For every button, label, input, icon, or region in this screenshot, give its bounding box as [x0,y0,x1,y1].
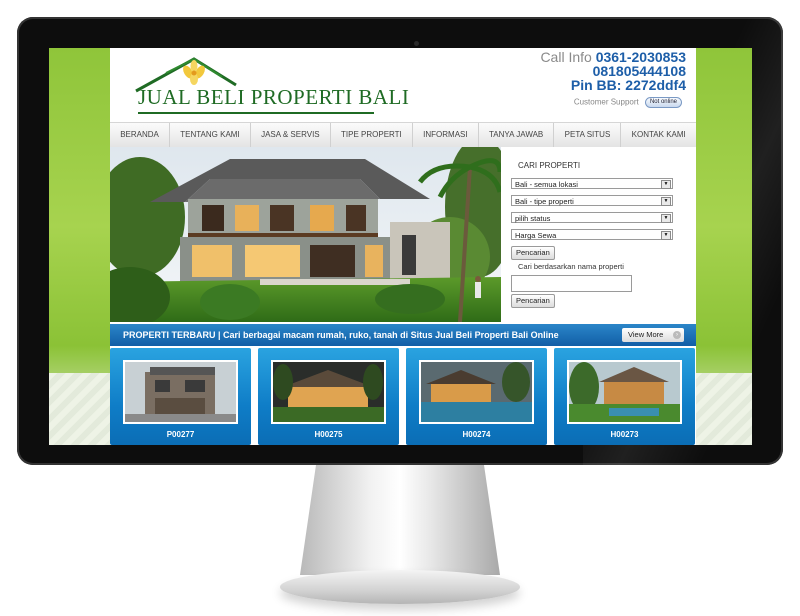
villa-photo [273,362,384,422]
villa-illustration [110,147,501,322]
monitor-base [280,570,520,604]
price-select[interactable]: Harga Sewa ▼ [511,229,673,240]
website-screen: JUAL BELI PROPERTI BALI Call Info 0361-2… [49,48,752,445]
contact-info: Call Info 0361-2030853 081805444108 Pin … [540,50,686,92]
call-info-label: Call Info [540,49,592,65]
arrow-right-icon: › [673,331,681,339]
listing-card[interactable]: H00274 [406,348,547,445]
status-select-value: pilih status [515,214,551,223]
listing-code: H00273 [610,430,639,439]
location-select-value: Bali - semua lokasi [515,180,578,189]
location-select[interactable]: Bali - semua lokasi ▼ [511,178,673,189]
property-type-select-value: Bali - tipe properti [515,197,574,206]
name-search-button[interactable]: Pencarian [511,294,555,308]
nav-item-informasi[interactable]: INFORMASI [413,123,479,147]
page-container: JUAL BELI PROPERTI BALI Call Info 0361-2… [110,48,696,445]
nav-item-kontak-kami[interactable]: KONTAK KAMI [621,123,695,147]
status-select[interactable]: pilih status ▼ [511,212,673,223]
house-photo [125,362,236,422]
latest-properties-banner: PROPERTI TERBARU | Cari berbagai macam r… [110,324,696,346]
villa-pool-photo [421,362,532,422]
villa-garden-photo [569,362,680,422]
site-header: JUAL BELI PROPERTI BALI Call Info 0361-2… [110,48,696,121]
listing-cards: P00277 H00275 H00274 H00273 [110,348,696,445]
nav-item-beranda[interactable]: BERANDA [110,123,171,147]
dropdown-arrow-icon[interactable]: ▼ [661,231,671,240]
logo-text: JUAL BELI PROPERTI BALI [138,85,410,109]
listing-code: P00277 [166,430,195,439]
site-logo[interactable]: JUAL BELI PROPERTI BALI [126,51,409,115]
listing-code: H00275 [314,430,343,439]
property-name-input[interactable] [511,275,632,292]
banner-text: PROPERTI TERBARU | Cari berbagai macam r… [123,330,559,340]
main-nav: BERANDA TENTANG KAMI JASA & SERVIS TIPE … [110,122,696,148]
hero-villa-image [110,147,501,322]
call-info-line: Call Info 0361-2030853 [540,50,686,64]
view-more-button[interactable]: View More › [622,328,684,342]
nav-item-peta-situs[interactable]: PETA SITUS [554,123,622,147]
dropdown-arrow-icon[interactable]: ▼ [661,214,671,223]
pin-bb: Pin BB: 2272ddf4 [570,77,686,93]
listing-card[interactable]: H00273 [554,348,695,445]
listing-card[interactable]: P00277 [110,348,251,445]
dropdown-arrow-icon[interactable]: ▼ [661,197,671,206]
listing-photo[interactable] [419,360,534,424]
listing-photo[interactable] [123,360,238,424]
listing-photo[interactable] [271,360,386,424]
name-search-label: Cari berdasarkan nama properti [518,262,624,271]
phone-number-2: 081805444108 [592,63,686,79]
view-more-label: View More [628,330,664,339]
support-status-badge[interactable]: Not online [644,97,682,108]
camera-icon [414,41,419,46]
nav-item-tipe-properti[interactable]: TIPE PROPERTI [331,123,413,147]
monitor-stand [300,465,500,575]
search-panel: CARI PROPERTI Bali - semua lokasi ▼ Bali… [501,147,696,322]
customer-support-label: Customer Support [573,97,639,107]
customer-support[interactable]: Customer Support Not online [574,97,682,108]
price-select-value: Harga Sewa [515,231,557,240]
listing-code: H00274 [462,430,491,439]
listing-card[interactable]: H00275 [258,348,399,445]
property-type-select[interactable]: Bali - tipe properti ▼ [511,195,673,206]
nav-item-tanya-jawab[interactable]: TANYA JAWAB [479,123,555,147]
search-button[interactable]: Pencarian [511,246,555,260]
listing-photo[interactable] [567,360,682,424]
nav-item-jasa-servis[interactable]: JASA & SERVIS [251,123,331,147]
search-title: CARI PROPERTI [518,161,581,170]
dropdown-arrow-icon[interactable]: ▼ [661,180,671,189]
nav-item-tentang-kami[interactable]: TENTANG KAMI [170,123,251,147]
